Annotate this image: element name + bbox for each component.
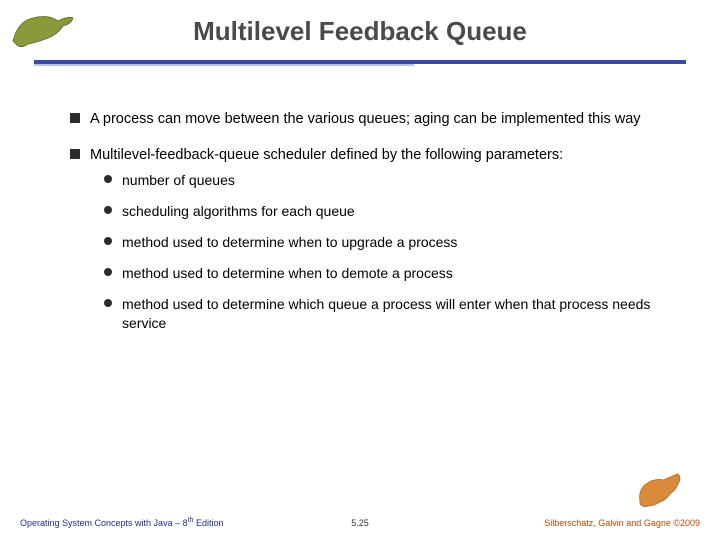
circle-bullet-icon (104, 268, 112, 276)
bullet-level1: Multilevel-feedback-queue scheduler defi… (70, 146, 670, 333)
slide: Multilevel Feedback Queue A process can … (0, 0, 720, 540)
bullet-level2: method used to determine when to demote … (104, 264, 670, 283)
circle-bullet-icon (104, 299, 112, 307)
sub-bullet-text: number of queues (122, 171, 235, 190)
sub-bullet-text: method used to determine when to demote … (122, 264, 453, 283)
footer-copyright: Silberschatz, Galvin and Gagne ©2009 (544, 518, 700, 528)
bullet-level2: method used to determine which queue a p… (104, 295, 670, 333)
sub-bullet-text: scheduling algorithms for each queue (122, 202, 355, 221)
bullet-text: Multilevel-feedback-queue scheduler defi… (90, 146, 563, 166)
sub-bullet-list: number of queues scheduling algorithms f… (104, 171, 670, 332)
sub-bullet-text: method used to determine which queue a p… (122, 295, 670, 333)
bullet-level1: A process can move between the various q… (70, 110, 670, 130)
bullet-text: A process can move between the various q… (90, 110, 641, 130)
circle-bullet-icon (104, 175, 112, 183)
square-bullet-icon (70, 113, 80, 123)
circle-bullet-icon (104, 206, 112, 214)
slide-title: Multilevel Feedback Queue (0, 16, 720, 47)
dinosaur-icon (632, 470, 694, 510)
circle-bullet-icon (104, 237, 112, 245)
bullet-level2: number of queues (104, 171, 670, 190)
bullet-level2: method used to determine when to upgrade… (104, 233, 670, 252)
sub-bullet-text: method used to determine when to upgrade… (122, 233, 457, 252)
title-rule-secondary (34, 64, 414, 66)
square-bullet-icon (70, 149, 80, 159)
bullet-level2: scheduling algorithms for each queue (104, 202, 670, 221)
content-area: A process can move between the various q… (70, 110, 670, 348)
